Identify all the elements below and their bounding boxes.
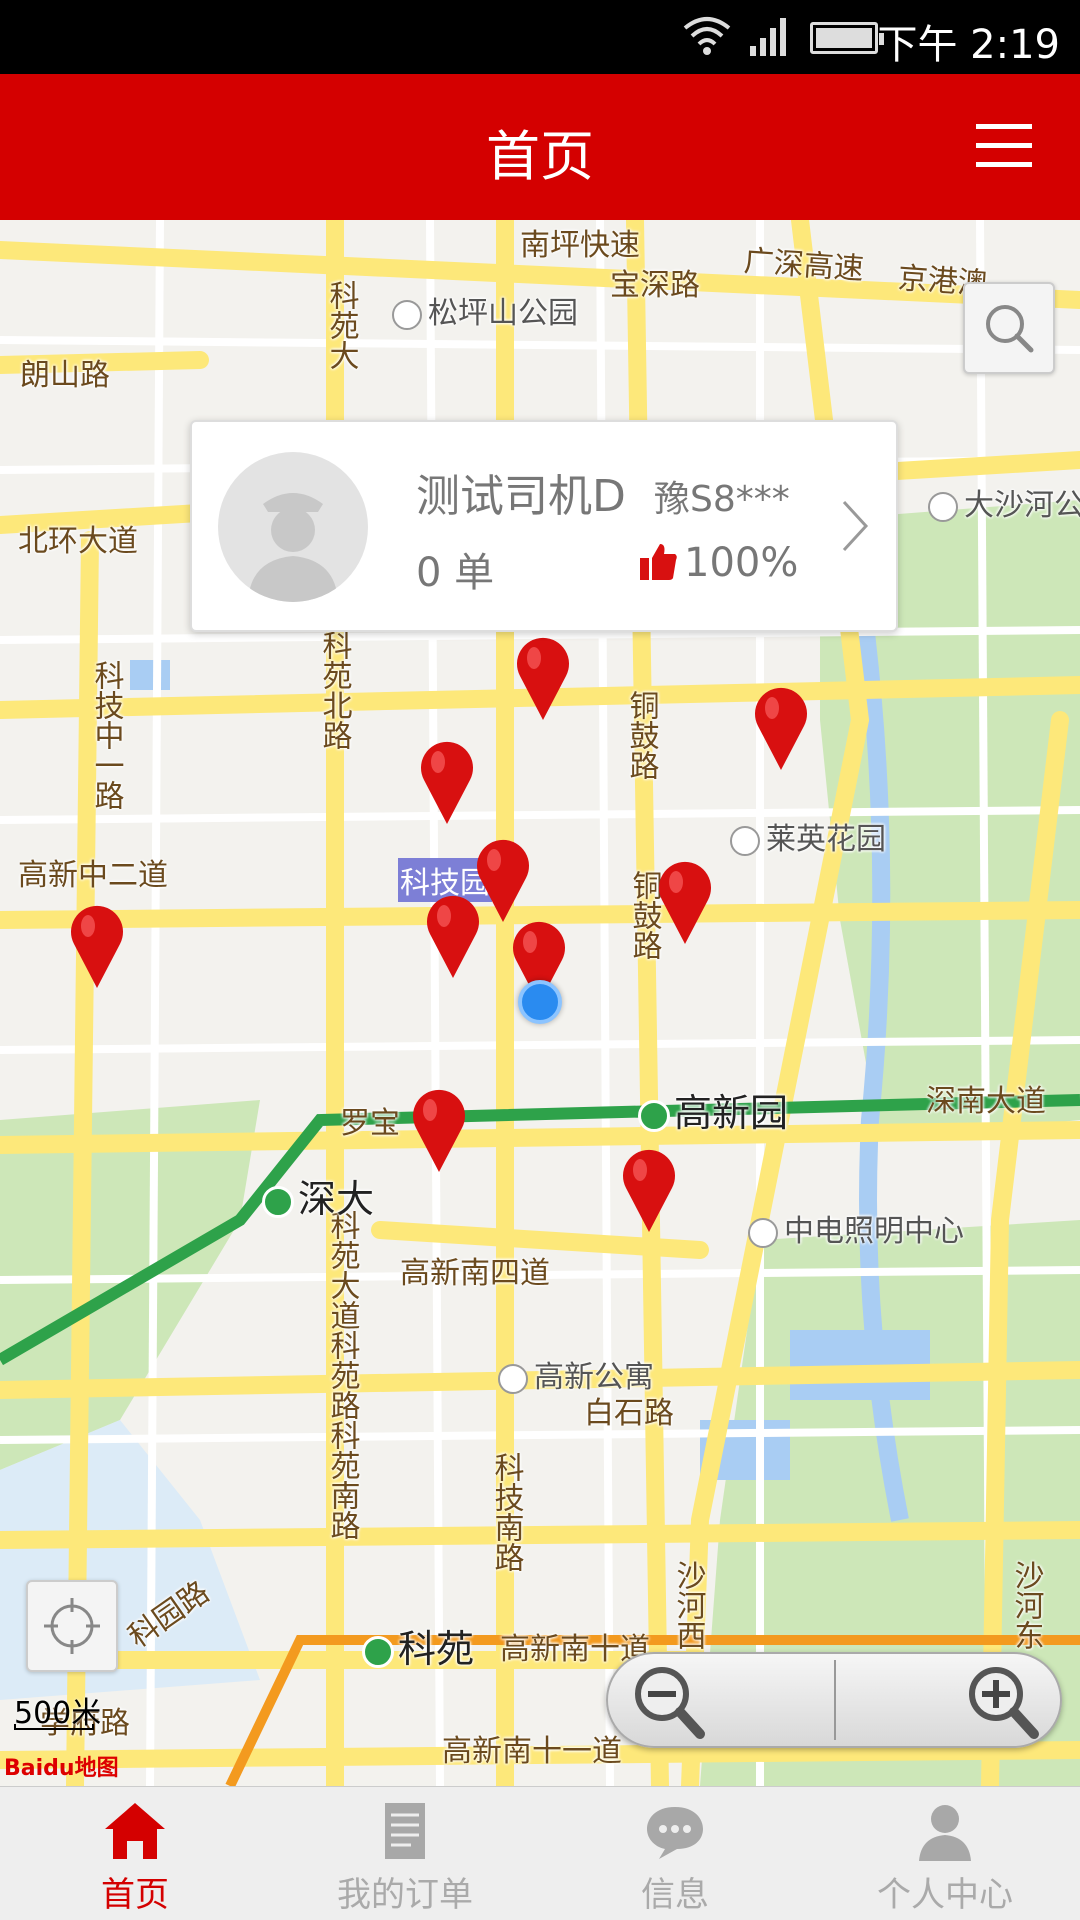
road-label: 科苑大 <box>323 280 359 370</box>
road-label: 科技中一路 <box>88 660 124 810</box>
driver-pin[interactable] <box>750 682 812 772</box>
metro-station-gaoxinyuan[interactable]: 高新园 <box>638 1082 788 1137</box>
map-search-button[interactable] <box>963 282 1055 374</box>
road-label: 宝深路 <box>610 268 700 303</box>
tab-profile[interactable]: 个人中心 <box>810 1787 1080 1920</box>
tab-label: 个人中心 <box>877 1875 1013 1915</box>
metro-icon <box>638 1099 670 1132</box>
tab-label: 首页 <box>101 1875 169 1915</box>
wifi-icon <box>683 17 731 55</box>
road-label: 科苑北路 <box>316 630 352 750</box>
metro-station-shenda[interactable]: 深大 <box>262 1168 374 1223</box>
driver-plate: 豫S8*** <box>654 479 790 520</box>
driver-pin[interactable] <box>66 900 128 990</box>
app-header: 首页 <box>0 74 1080 220</box>
map-view[interactable]: 南坪快速 宝深路 广深高速 京港澳 朗山路 北环大道 科苑大 科苑北路 科技中一… <box>0 220 1080 1786</box>
thumbs-up-icon <box>640 544 677 580</box>
building-icon <box>498 1363 528 1394</box>
zoom-in-icon <box>969 1667 1039 1739</box>
metro-icon <box>362 1635 394 1668</box>
road-label: 科技南路 <box>488 1452 524 1572</box>
road-label: 北环大道 <box>18 524 138 559</box>
park-icon <box>928 491 958 522</box>
home-icon <box>105 1803 165 1859</box>
park-icon <box>392 299 422 330</box>
tab-orders[interactable]: 我的订单 <box>270 1787 540 1920</box>
tab-label: 信息 <box>641 1875 709 1915</box>
road-label: 罗宝 <box>340 1106 400 1141</box>
zoom-out-icon <box>635 1667 705 1739</box>
building-icon <box>730 825 760 856</box>
driver-pin[interactable] <box>408 1084 470 1174</box>
road-label: 朗山路 <box>20 358 110 393</box>
driver-name: 测试司机D <box>416 471 626 522</box>
poi-dashahe[interactable]: 大沙河公 <box>928 480 1080 524</box>
menu-icon[interactable] <box>976 122 1032 170</box>
person-icon <box>919 1805 971 1861</box>
metro-station-keyuan[interactable]: 科苑 <box>362 1618 474 1673</box>
poi-gaoxin-apt[interactable]: 高新公寓 <box>498 1352 654 1396</box>
baidu-map-logo: Baidu地图 <box>4 1756 119 1781</box>
road-label: 高新中二道 <box>18 858 168 893</box>
road-label: 铜鼓路 <box>623 690 659 780</box>
road-label: 沙河东 <box>1008 1560 1044 1650</box>
road-label: 沙河西 <box>670 1560 706 1650</box>
page-title: 首页 <box>486 125 594 188</box>
search-icon <box>986 305 1034 353</box>
locate-me-button[interactable] <box>26 1580 118 1672</box>
crosshair-icon <box>44 1598 100 1654</box>
driver-pin[interactable] <box>618 1144 680 1234</box>
message-icon <box>647 1807 703 1859</box>
road-label: 高新南四道 <box>400 1256 550 1291</box>
bottom-tab-bar: 首页 我的订单 信息 个人中心 <box>0 1786 1080 1920</box>
metro-icon <box>262 1185 294 1218</box>
driver-avatar <box>218 452 368 602</box>
zoom-in-button[interactable] <box>834 1654 1060 1746</box>
road-label: 科苑大道科苑路科苑南路 <box>324 1210 360 1540</box>
clock: 下午 2:19 <box>877 22 1060 68</box>
driver-rating: 100% <box>640 540 798 586</box>
road-label: 广深高速 <box>742 243 865 288</box>
driver-pin[interactable] <box>654 856 716 946</box>
road-label: 高新南十一道 <box>442 1734 622 1769</box>
orders-icon <box>385 1803 425 1859</box>
battery-icon <box>810 22 884 54</box>
tab-home[interactable]: 首页 <box>0 1787 270 1920</box>
driver-pin[interactable] <box>422 890 484 980</box>
building-icon <box>748 1217 778 1248</box>
driver-info-card[interactable]: 测试司机D 豫S8*** 0 单 100% <box>190 420 898 632</box>
zoom-control <box>606 1652 1062 1748</box>
my-location-marker <box>518 980 562 1024</box>
road-label: 南坪快速 <box>520 228 640 263</box>
map-scale-bar <box>14 1724 94 1730</box>
signal-icon <box>750 18 786 56</box>
tab-label: 我的订单 <box>337 1875 473 1915</box>
poi-songpingshan[interactable]: 松坪山公园 <box>392 288 578 332</box>
poi-zhongdian[interactable]: 中电照明中心 <box>748 1206 964 1250</box>
road-label: 深南大道 <box>926 1084 1046 1119</box>
tab-messages[interactable]: 信息 <box>540 1787 810 1920</box>
zoom-out-button[interactable] <box>608 1654 834 1746</box>
status-bar: 下午 2:19 <box>0 0 1080 74</box>
driver-pin[interactable] <box>416 736 478 826</box>
poi-laiying[interactable]: 莱英花园 <box>730 814 886 858</box>
chevron-right-icon <box>842 500 869 552</box>
driver-pin[interactable] <box>512 632 574 722</box>
driver-orders: 0 单 <box>416 550 495 596</box>
